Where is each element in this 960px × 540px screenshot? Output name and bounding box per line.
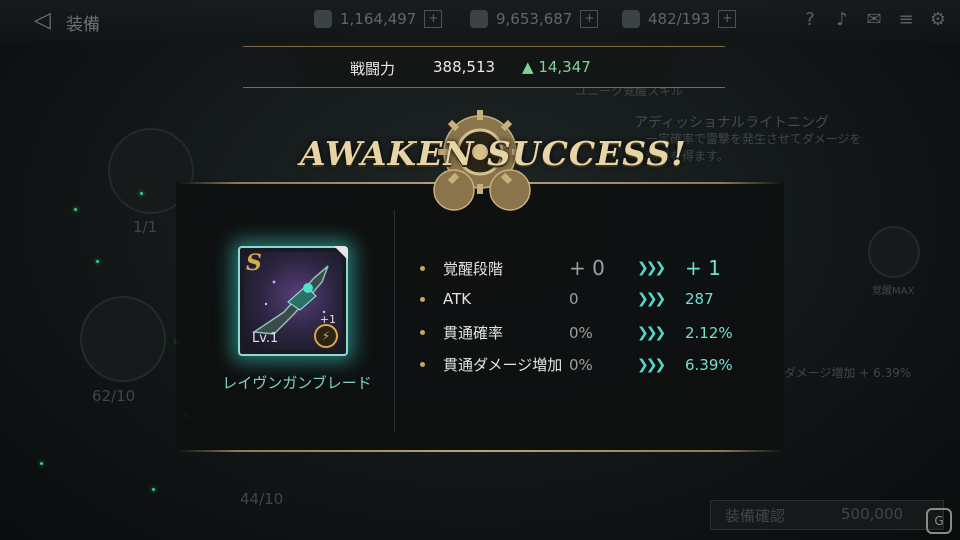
skill-name: アディッショナルライトニング xyxy=(634,115,830,131)
mail-icon[interactable]: ✉ xyxy=(862,8,886,32)
back-arrow-icon[interactable]: ◁ xyxy=(34,8,51,33)
particle xyxy=(40,462,43,465)
weapon-item-card[interactable]: S Lv.1 +1 ⚡ xyxy=(238,246,348,356)
crystal-icon xyxy=(470,10,488,28)
slot-count-3: 44/10 xyxy=(240,490,284,508)
top-icons: ? ♪ ✉ ≡ ⚙ xyxy=(798,8,950,32)
stat-name: 覚醒段階 xyxy=(443,259,504,278)
slot-count-1: 1/1 xyxy=(133,218,158,236)
crystal-value: 9,653,687 xyxy=(496,10,573,28)
max-label: 覚醒MAX xyxy=(872,286,915,297)
combat-power-value: 388,513 xyxy=(433,58,496,76)
stat-old-value: + 0 xyxy=(569,256,605,280)
stat-new-value: 6.39% xyxy=(685,355,733,374)
bullet-icon xyxy=(420,330,425,335)
bullet-icon xyxy=(420,296,425,302)
combat-power-increase: ▲ 14,347 xyxy=(522,58,591,76)
panel-bottom-border xyxy=(176,450,784,452)
bullet-icon xyxy=(420,265,425,271)
panel-divider xyxy=(394,210,395,432)
gold-resource: 1,164,497 + xyxy=(314,10,443,28)
watermark-logo-icon: G xyxy=(926,508,952,534)
stat-row-pierce-rate: 貫通確率 0% ❯❯❯ 2.12% xyxy=(420,322,733,343)
bullet-icon xyxy=(420,362,425,367)
combat-power-banner: 戦闘力 388,513 ▲ 14,347 xyxy=(243,46,725,88)
stat-old-value: 0% xyxy=(569,323,593,342)
screen-title: 装備 xyxy=(66,15,100,35)
stat-new-value: + 1 xyxy=(685,256,721,280)
help-icon[interactable]: ? xyxy=(798,8,822,32)
triple-chevron-icon: ❯❯❯ xyxy=(637,260,666,276)
particle xyxy=(74,208,77,211)
stamina-icon xyxy=(622,10,640,28)
stamina-resource: 482/193 + xyxy=(622,10,737,28)
add-crystal-button[interactable]: + xyxy=(580,10,599,28)
item-level: Lv.1 xyxy=(252,331,279,346)
cost-value: 500,000 xyxy=(841,505,904,523)
confirm-label: 装備確認 xyxy=(725,507,786,525)
particle xyxy=(140,192,143,195)
stat-row-atk: ATK 0 ❯❯❯ 287 xyxy=(420,290,714,308)
equip-slot-2[interactable] xyxy=(80,296,166,382)
effect-text: …ダメージ増加 + 6.39% xyxy=(772,366,912,380)
settings-gear-icon[interactable]: ⚙ xyxy=(926,8,950,32)
stat-row-awaken-stage: 覚醒段階 + 0 ❯❯❯ + 1 xyxy=(420,256,721,280)
stat-name: 貫通ダメージ増加 xyxy=(443,356,563,374)
crystal-resource: 9,653,687 + xyxy=(470,10,599,28)
stamina-value: 482/193 xyxy=(648,10,711,28)
confirm-equipment-button[interactable]: 装備確認 500,000 xyxy=(710,500,944,530)
awaken-node xyxy=(868,226,920,278)
gold-icon xyxy=(314,10,332,28)
chat-icon[interactable]: ≡ xyxy=(894,8,918,32)
stat-row-pierce-damage: 貫通ダメージ増加 0% ❯❯❯ 6.39% xyxy=(420,354,733,375)
add-gold-button[interactable]: + xyxy=(424,10,443,28)
stat-old-value: 0 xyxy=(569,290,579,308)
particle xyxy=(152,488,155,491)
awaken-success-title: AWAKEN SUCCESS! xyxy=(300,134,687,173)
stat-old-value: 0% xyxy=(569,355,593,374)
rank-badge: S xyxy=(246,250,262,276)
stat-new-value: 287 xyxy=(685,290,714,308)
increase-value: 14,347 xyxy=(538,58,591,76)
gold-value: 1,164,497 xyxy=(340,10,417,28)
stat-name: ATK xyxy=(443,290,472,308)
lightning-badge-icon: ⚡ xyxy=(314,324,338,348)
stat-name: 貫通確率 xyxy=(443,324,504,342)
notification-bell-icon[interactable]: ♪ xyxy=(830,8,854,32)
slot-count-2: 62/10 xyxy=(92,387,136,405)
item-name: レイヴンガンブレード xyxy=(222,374,372,392)
triple-chevron-icon: ❯❯❯ xyxy=(637,356,666,373)
particle xyxy=(96,260,99,263)
stat-new-value: 2.12% xyxy=(685,323,733,342)
triple-chevron-icon: ❯❯❯ xyxy=(637,324,666,341)
add-stamina-button[interactable]: + xyxy=(718,10,737,28)
triple-chevron-icon: ❯❯❯ xyxy=(637,291,666,307)
combat-power-label: 戦闘力 xyxy=(350,60,396,78)
item-corner-marker xyxy=(334,246,348,260)
